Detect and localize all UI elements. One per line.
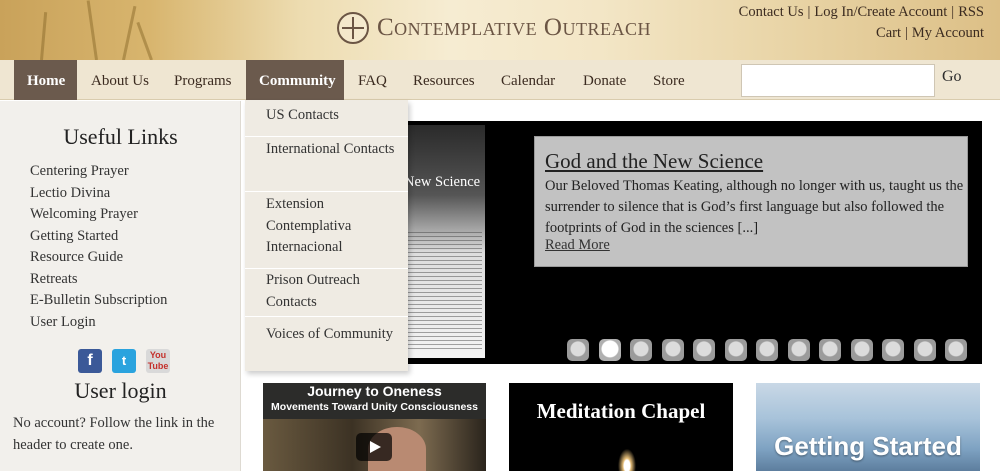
site-logo[interactable]: Contemplative Outreach bbox=[337, 12, 651, 44]
dropdown-international-contacts[interactable]: International Contacts bbox=[245, 138, 408, 192]
site-header: Contemplative Outreach Contact Us | Log In… bbox=[0, 0, 1000, 60]
slider-dot[interactable] bbox=[787, 339, 810, 361]
user-login-text: No account? Follow the link in the heade… bbox=[13, 415, 215, 453]
youtube-icon[interactable]: You Tube bbox=[146, 349, 170, 373]
dropdown-prison-outreach[interactable]: Prison Outreach Contacts bbox=[245, 270, 408, 317]
cart-link[interactable]: Cart bbox=[876, 25, 901, 41]
slider-dot[interactable] bbox=[693, 339, 715, 361]
nav-donate[interactable]: Donate bbox=[570, 60, 639, 100]
nav-faq[interactable]: FAQ bbox=[345, 60, 400, 100]
dropdown-extension-contemplativa[interactable]: Extension Contemplativa Internacional bbox=[245, 193, 408, 269]
meditation-chapel-tile[interactable]: Meditation Chapel bbox=[509, 383, 733, 471]
read-more-link[interactable]: Read More bbox=[545, 237, 610, 254]
useful-link-resource-guide[interactable]: Resource Guide bbox=[30, 247, 167, 269]
login-create-account-link[interactable]: Log In/Create Account bbox=[814, 4, 947, 20]
journey-subtitle: Movements Toward Unity Consciousness bbox=[271, 401, 478, 413]
nav-home[interactable]: Home bbox=[14, 60, 77, 100]
user-login-title: User login bbox=[74, 378, 167, 403]
useful-links-list: Centering Prayer Lectio Divina Welcoming… bbox=[30, 161, 167, 333]
sidebar: Useful Links Centering Prayer Lectio Div… bbox=[0, 101, 241, 471]
slider-dot[interactable] bbox=[598, 339, 621, 361]
twitter-icon[interactable]: t bbox=[112, 349, 136, 373]
rss-link[interactable]: RSS bbox=[958, 4, 984, 20]
useful-link-welcoming-prayer[interactable]: Welcoming Prayer bbox=[30, 204, 167, 226]
chapel-title: Meditation Chapel bbox=[536, 399, 706, 423]
slider-dot[interactable] bbox=[661, 339, 684, 361]
dropdown-voices-of-community[interactable]: Voices of Community bbox=[245, 324, 408, 370]
slider-dot[interactable] bbox=[819, 339, 841, 361]
header-grass bbox=[40, 12, 48, 60]
useful-link-getting-started[interactable]: Getting Started bbox=[30, 226, 167, 248]
slide-description: Our Beloved Thomas Keating, although no … bbox=[545, 178, 964, 236]
nav-calendar[interactable]: Calendar bbox=[488, 60, 568, 100]
journey-title: Journey to Oneness bbox=[307, 383, 442, 399]
candle-icon bbox=[616, 445, 638, 471]
logo-text: Contemplative Outreach bbox=[377, 14, 651, 41]
contact-us-link[interactable]: Contact Us bbox=[739, 4, 804, 20]
useful-link-user-login[interactable]: User Login bbox=[30, 312, 167, 334]
logo-cross-icon bbox=[337, 12, 369, 44]
slider-dot[interactable] bbox=[882, 339, 904, 361]
search-go-button[interactable]: Go bbox=[942, 68, 962, 86]
top-links: Contact Us | Log In/Create Account | RSS Car… bbox=[738, 4, 984, 41]
slide-book-text bbox=[408, 232, 482, 352]
slide-title-link[interactable]: God and the New Science bbox=[545, 149, 763, 174]
slider-dot[interactable] bbox=[913, 339, 936, 361]
useful-link-lectio-divina[interactable]: Lectio Divina bbox=[30, 183, 167, 205]
header-grass bbox=[136, 21, 153, 60]
slide-book-title: New Science bbox=[404, 174, 481, 190]
social-links: f t You Tube bbox=[78, 349, 170, 373]
getting-started-tile[interactable]: Getting Started bbox=[756, 383, 980, 471]
slider-dots bbox=[567, 339, 967, 361]
header-grass bbox=[122, 5, 137, 60]
header-grass bbox=[86, 0, 98, 60]
my-account-link[interactable]: My Account bbox=[912, 25, 984, 41]
nav-community[interactable]: Community bbox=[246, 60, 344, 100]
nav-about-us[interactable]: About Us bbox=[78, 60, 162, 100]
search-input[interactable] bbox=[741, 64, 935, 97]
slider-dot[interactable] bbox=[945, 339, 967, 361]
useful-links-title: Useful Links bbox=[63, 124, 178, 149]
getting-started-title: Getting Started bbox=[774, 431, 962, 461]
slider-dot[interactable] bbox=[630, 339, 652, 361]
community-dropdown: US Contacts International Contacts Exten… bbox=[245, 100, 408, 371]
nav-store[interactable]: Store bbox=[640, 60, 698, 100]
slider-dot[interactable] bbox=[567, 339, 589, 361]
useful-link-e-bulletin[interactable]: E-Bulletin Subscription bbox=[30, 290, 167, 312]
slider-dot[interactable] bbox=[724, 339, 747, 361]
facebook-icon[interactable]: f bbox=[78, 349, 102, 373]
dropdown-us-contacts[interactable]: US Contacts bbox=[245, 105, 408, 137]
useful-link-centering-prayer[interactable]: Centering Prayer bbox=[30, 161, 167, 183]
nav-resources[interactable]: Resources bbox=[400, 60, 488, 100]
nav-programs[interactable]: Programs bbox=[161, 60, 245, 100]
video-play-icon[interactable] bbox=[356, 433, 392, 461]
useful-link-retreats[interactable]: Retreats bbox=[30, 269, 167, 291]
slider-dot[interactable] bbox=[850, 339, 873, 361]
slider-dot[interactable] bbox=[756, 339, 778, 361]
